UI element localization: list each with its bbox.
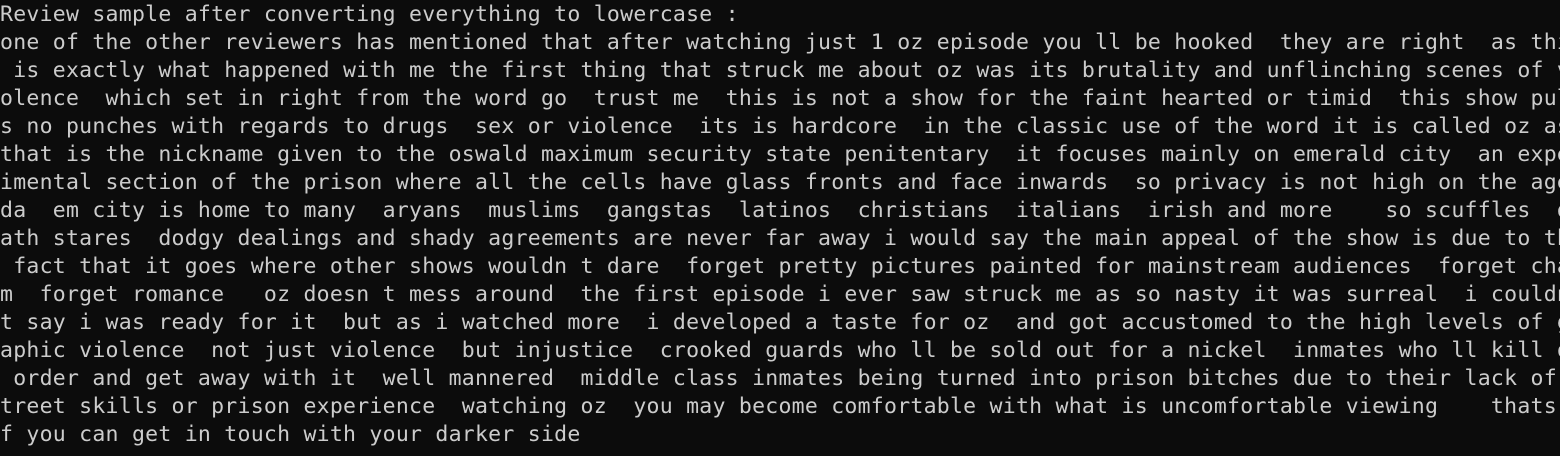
console-text-line: t say i was ready for it but as i watche… bbox=[0, 310, 1560, 335]
console-text-line: m forget romance oz doesn t mess around … bbox=[0, 282, 1560, 307]
console-text-line: fact that it goes where other shows woul… bbox=[0, 254, 1560, 279]
console-text-line: ath stares dodgy dealings and shady agre… bbox=[0, 226, 1560, 251]
console-text-line: is exactly what happened with me the fir… bbox=[0, 58, 1560, 83]
console-text-line: that is the nickname given to the oswald… bbox=[0, 142, 1560, 167]
console-text-line: order and get away with it well mannered… bbox=[0, 366, 1560, 391]
console-text-line: f you can get in touch with your darker … bbox=[0, 422, 581, 447]
console-text-line: olence which set in right from the word … bbox=[0, 86, 1560, 111]
console-text-line: one of the other reviewers has mentioned… bbox=[0, 30, 1560, 55]
console-output[interactable]: Review sample after converting everythin… bbox=[0, 0, 1560, 456]
console-text-line: da em city is home to many aryans muslim… bbox=[0, 198, 1560, 223]
console-header-line: Review sample after converting everythin… bbox=[0, 2, 739, 27]
console-text-line: imental section of the prison where all … bbox=[0, 170, 1560, 195]
console-text-line: aphic violence not just violence but inj… bbox=[0, 338, 1560, 363]
console-text-line: treet skills or prison experience watchi… bbox=[0, 394, 1560, 419]
console-text-line: s no punches with regards to drugs sex o… bbox=[0, 114, 1560, 139]
